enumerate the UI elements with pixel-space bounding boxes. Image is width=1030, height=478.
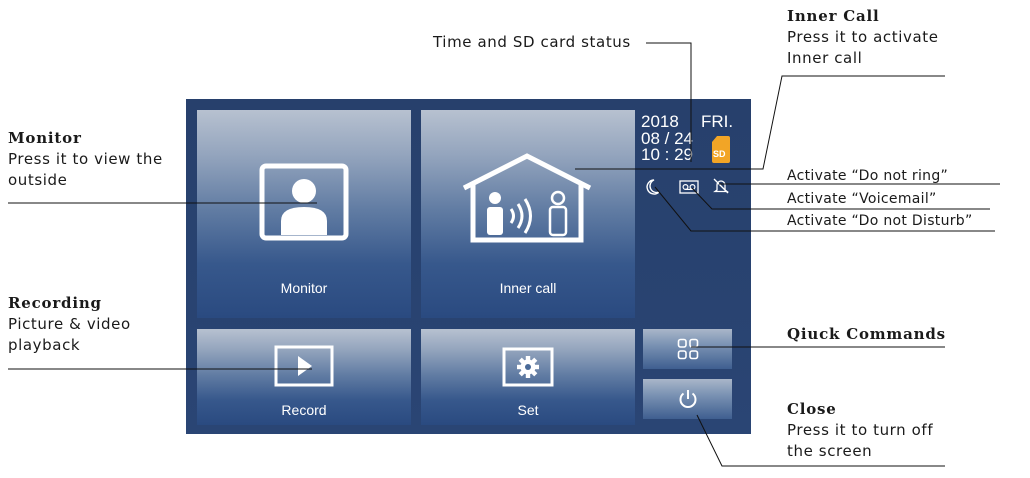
annotation-voicemail: Activate “Voicemail” bbox=[787, 189, 937, 210]
annotation-quick-commands-title: Qiuck Commands bbox=[787, 325, 946, 343]
annotation-close-line2: the screen bbox=[787, 442, 873, 460]
annotation-do-not-disturb: Activate “Do not Disturb” bbox=[787, 211, 973, 232]
status-year: 2018 bbox=[641, 112, 679, 131]
annotation-voicemail-text: Activate “Voicemail” bbox=[787, 191, 937, 207]
house-with-people-icon bbox=[462, 153, 592, 243]
inner-call-tile[interactable]: Inner call bbox=[421, 110, 635, 318]
bell-off-icon[interactable] bbox=[712, 177, 730, 195]
annotation-inner-call: Inner Call Press it to activate Inner ca… bbox=[787, 6, 939, 69]
annotation-recording-line2: playback bbox=[8, 336, 81, 354]
annotation-recording-title: Recording bbox=[8, 294, 102, 312]
monitor-tile[interactable]: Monitor bbox=[197, 110, 411, 318]
status-area: 2018 FRI. 08 / 24 10 : 29 SD bbox=[641, 112, 746, 175]
power-icon bbox=[679, 390, 696, 408]
annotation-close-line1: Press it to turn off bbox=[787, 421, 934, 439]
gear-icon bbox=[502, 347, 554, 387]
voicemail-icon[interactable] bbox=[679, 180, 699, 194]
set-label: Set bbox=[517, 402, 539, 418]
close-button[interactable] bbox=[643, 379, 732, 419]
annotation-inner-call-title: Inner Call bbox=[787, 7, 880, 25]
monitor-label: Monitor bbox=[280, 280, 328, 296]
grid-icon bbox=[677, 338, 698, 360]
annotation-close: Close Press it to turn off the screen bbox=[787, 399, 933, 462]
annotation-quick-commands: Qiuck Commands bbox=[787, 324, 946, 345]
annotation-monitor-title: Monitor bbox=[8, 129, 82, 147]
moon-icon[interactable] bbox=[645, 178, 661, 196]
sd-label: SD bbox=[713, 149, 726, 159]
annotation-monitor-line1: Press it to view the bbox=[8, 150, 163, 168]
status-weekday: FRI. bbox=[701, 112, 734, 131]
annotation-monitor-line2: outside bbox=[8, 171, 68, 189]
annotation-close-title: Close bbox=[787, 400, 837, 418]
annotation-inner-call-line1: Press it to activate bbox=[787, 28, 939, 46]
set-tile[interactable]: Set bbox=[421, 329, 635, 425]
inner-call-label: Inner call bbox=[499, 280, 557, 296]
annotation-do-not-disturb-text: Activate “Do not Disturb” bbox=[787, 213, 973, 229]
annotation-recording: Recording Picture & video playback bbox=[8, 293, 131, 356]
annotation-recording-line1: Picture & video bbox=[8, 315, 131, 333]
annotation-time-sd-text: Time and SD card status bbox=[433, 33, 631, 51]
annotation-do-not-ring: Activate “Do not ring” bbox=[787, 166, 948, 187]
annotation-do-not-ring-text: Activate “Do not ring” bbox=[787, 168, 949, 184]
status-date: 08 / 24 bbox=[641, 129, 693, 148]
record-label: Record bbox=[281, 402, 327, 418]
person-in-frame-icon bbox=[259, 163, 349, 241]
intercom-screen: Monitor Inner call Record Set 2018 FRI. … bbox=[186, 99, 751, 434]
status-time: 10 : 29 bbox=[641, 145, 693, 164]
annotation-monitor: Monitor Press it to view the outside bbox=[8, 128, 163, 191]
quick-commands-button[interactable] bbox=[643, 329, 732, 369]
sd-card-icon: SD bbox=[712, 136, 730, 163]
annotation-inner-call-line2: Inner call bbox=[787, 49, 863, 67]
annotation-time-sd: Time and SD card status bbox=[433, 32, 631, 53]
record-tile[interactable]: Record bbox=[197, 329, 411, 425]
play-icon bbox=[274, 345, 334, 387]
